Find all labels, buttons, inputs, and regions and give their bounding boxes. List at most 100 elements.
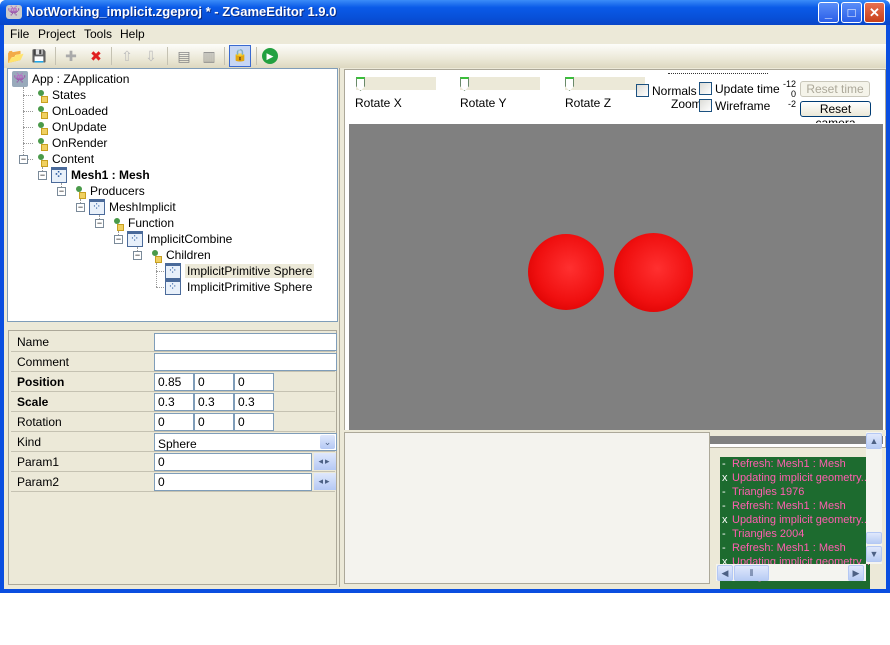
- rotation-y-field[interactable]: 0: [194, 413, 234, 431]
- rotate-x-label: Rotate X: [355, 96, 402, 110]
- scale-y-field[interactable]: 0.3: [194, 393, 234, 411]
- toolbar-separator: [111, 47, 112, 65]
- normals-checkbox[interactable]: [636, 84, 649, 97]
- tree-node-onrender[interactable]: OnRender: [32, 135, 107, 151]
- collapse-icon[interactable]: −: [95, 219, 104, 228]
- rotation-z-field[interactable]: 0: [234, 413, 274, 431]
- prop-row-comment: Comment: [11, 352, 337, 372]
- tree-node-mesh1[interactable]: Mesh1 : Mesh: [51, 167, 150, 183]
- tree-node-function[interactable]: Function: [108, 215, 174, 231]
- tree-node-sphere-2[interactable]: ImplicitPrimitive Sphere: [165, 279, 314, 295]
- zge-invader-icon: 👾: [12, 71, 28, 87]
- collapse-icon[interactable]: −: [38, 171, 47, 180]
- slider-thumb[interactable]: [565, 77, 574, 91]
- scroll-left-icon[interactable]: ◀: [717, 565, 733, 581]
- name-field[interactable]: [154, 333, 337, 351]
- log-line: - Triangles 1976: [722, 486, 805, 498]
- param2-spinner[interactable]: ◂▸: [314, 473, 336, 490]
- close-button[interactable]: ✕: [864, 2, 885, 23]
- move-up-icon[interactable]: ⇧: [118, 47, 136, 65]
- zoom-tick-mid: 0: [791, 89, 797, 99]
- rotate-y-label: Rotate Y: [460, 96, 507, 110]
- run-icon[interactable]: ▶: [262, 48, 278, 64]
- prop-row-scale: Scale 0.3 0.3 0.3: [11, 392, 335, 412]
- 3d-viewport[interactable]: [348, 123, 884, 445]
- log-line: - Refresh: Mesh1 : Mesh: [722, 458, 846, 470]
- log-line: x Updating implicit geometry...: [722, 514, 870, 526]
- group-icon: [32, 151, 48, 167]
- menu-help[interactable]: Help: [120, 27, 145, 41]
- slider-thumb[interactable]: [356, 77, 365, 91]
- scale-x-field[interactable]: 0.3: [154, 393, 194, 411]
- maximize-button[interactable]: □: [841, 2, 862, 23]
- zoom-tick-min: -2: [788, 99, 797, 109]
- zoom-slider[interactable]: [668, 73, 768, 74]
- menu-file[interactable]: File: [10, 27, 29, 41]
- tree-node-sphere-1[interactable]: ImplicitPrimitive Sphere: [165, 263, 315, 279]
- rotate-x-slider[interactable]: [356, 77, 436, 91]
- copy-icon[interactable]: ▤: [175, 47, 193, 65]
- menu-tools[interactable]: Tools: [84, 27, 112, 41]
- reset-time-button[interactable]: Reset time: [800, 81, 870, 97]
- scroll-thumb[interactable]: [866, 532, 882, 544]
- prop-row-kind: Kind Sphere ⌄: [11, 432, 337, 452]
- log-horizontal-scrollbar[interactable]: ◀ ⦀ ▶: [716, 564, 866, 581]
- slider-thumb[interactable]: [460, 77, 469, 91]
- wireframe-checkbox[interactable]: [699, 99, 712, 112]
- properties-panel: Name Comment Position 0.85 0 0 Scale 0.3…: [8, 330, 337, 585]
- title-bar[interactable]: 👾 NotWorking_implicit.zgeproj * - ZGameE…: [0, 0, 890, 25]
- chevron-down-icon[interactable]: ⌄: [320, 435, 335, 449]
- menu-project[interactable]: Project: [38, 27, 75, 41]
- save-icon[interactable]: 💾: [30, 47, 48, 65]
- component-icon: [165, 279, 181, 295]
- position-y-field[interactable]: 0: [194, 373, 234, 391]
- rotation-x-field[interactable]: 0: [154, 413, 194, 431]
- tree-node-onloaded[interactable]: OnLoaded: [32, 103, 108, 119]
- tree-node-meshimplicit[interactable]: MeshImplicit: [89, 199, 176, 215]
- tree-node-app[interactable]: 👾 App : ZApplication: [12, 71, 129, 87]
- tree-node-producers[interactable]: Producers: [70, 183, 145, 199]
- collapse-icon[interactable]: −: [76, 203, 85, 212]
- log-vertical-scrollbar[interactable]: ▲ ▼: [866, 432, 882, 564]
- code-editor-panel[interactable]: [344, 432, 710, 584]
- minimize-button[interactable]: _: [818, 2, 839, 23]
- scroll-down-icon[interactable]: ▼: [866, 546, 882, 562]
- rotate-z-slider[interactable]: [565, 77, 645, 91]
- scroll-right-icon[interactable]: ▶: [848, 565, 864, 581]
- delete-icon[interactable]: ✖: [87, 47, 105, 65]
- param1-field[interactable]: 0: [154, 453, 312, 471]
- toolbar: 📂 💾 ✚ ✖ ⇧ ⇩ ▤ ▥ 🔒 ▶: [4, 44, 886, 68]
- reset-camera-button[interactable]: Reset camera: [800, 101, 871, 130]
- position-z-field[interactable]: 0: [234, 373, 274, 391]
- param1-spinner[interactable]: ◂▸: [314, 453, 336, 470]
- toolbar-separator: [167, 47, 168, 65]
- tree-node-onupdate[interactable]: OnUpdate: [32, 119, 107, 135]
- paste-icon[interactable]: ▥: [200, 47, 218, 65]
- tree-node-implicitcombine[interactable]: ImplicitCombine: [127, 231, 232, 247]
- tree-node-states[interactable]: States: [32, 87, 86, 103]
- comment-field[interactable]: [154, 353, 337, 371]
- tree-node-content[interactable]: Content: [32, 151, 94, 167]
- scroll-thumb[interactable]: ⦀: [734, 565, 769, 581]
- collapse-icon[interactable]: −: [114, 235, 123, 244]
- kind-select[interactable]: Sphere ⌄: [154, 433, 337, 451]
- move-down-icon[interactable]: ⇩: [142, 47, 160, 65]
- open-icon[interactable]: 📂: [7, 47, 25, 65]
- project-tree[interactable]: 👾 App : ZApplication States OnLoaded OnUp…: [7, 68, 338, 322]
- add-icon[interactable]: ✚: [62, 47, 80, 65]
- tree-node-children[interactable]: Children: [146, 247, 211, 263]
- param2-field[interactable]: 0: [154, 473, 312, 491]
- group-icon: [146, 247, 162, 263]
- position-x-field[interactable]: 0.85: [154, 373, 194, 391]
- collapse-icon[interactable]: −: [133, 251, 142, 260]
- scroll-up-icon[interactable]: ▲: [866, 433, 882, 449]
- toolbar-separator: [224, 47, 225, 65]
- toolbar-separator: [256, 47, 257, 65]
- component-icon: [89, 199, 105, 215]
- update-time-checkbox[interactable]: [699, 82, 712, 95]
- lock-icon[interactable]: 🔒: [229, 45, 251, 67]
- rotate-y-slider[interactable]: [460, 77, 540, 91]
- collapse-icon[interactable]: −: [19, 155, 28, 164]
- collapse-icon[interactable]: −: [57, 187, 66, 196]
- scale-z-field[interactable]: 0.3: [234, 393, 274, 411]
